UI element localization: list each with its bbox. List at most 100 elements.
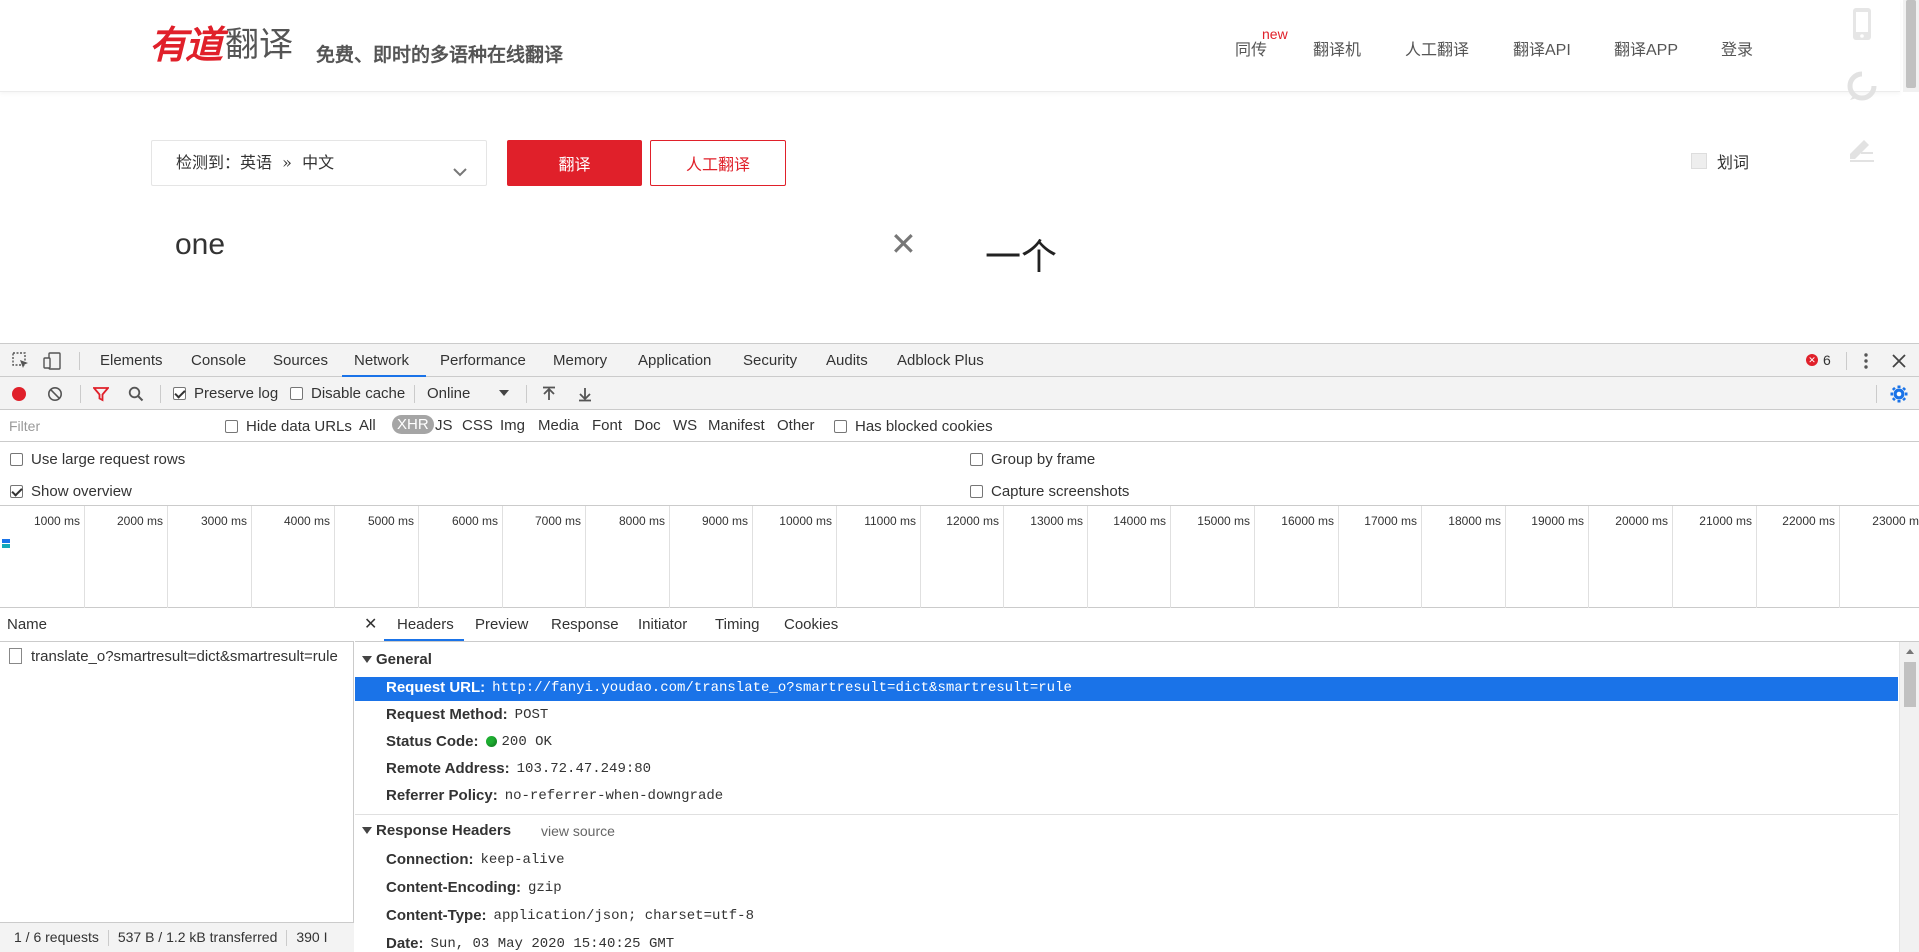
connection-key: Connection: bbox=[386, 851, 474, 868]
human-translate-button[interactable]: 人工翻译 bbox=[650, 140, 786, 186]
capture-screenshots-checkbox[interactable]: Capture screenshots bbox=[970, 483, 1129, 500]
filter-type-css[interactable]: CSS bbox=[462, 417, 493, 434]
filter-type-other[interactable]: Other bbox=[777, 417, 815, 434]
preserve-log-check[interactable] bbox=[173, 387, 186, 400]
hide-data-urls-check[interactable] bbox=[225, 420, 238, 433]
preserve-log-checkbox[interactable]: Preserve log bbox=[173, 385, 278, 402]
detail-tab-cookies[interactable]: Cookies bbox=[784, 616, 838, 633]
tab-network[interactable]: Network bbox=[354, 352, 409, 369]
tab-audits[interactable]: Audits bbox=[826, 352, 868, 369]
web-page: 有道 翻译 免费、即时的多语种在线翻译 同传 new 翻译机 人工翻译 翻译AP… bbox=[0, 0, 1919, 343]
language-select[interactable]: 检测到：英语 » 中文 bbox=[151, 140, 487, 186]
group-by-frame-check[interactable] bbox=[970, 453, 983, 466]
phone-icon[interactable] bbox=[1838, 0, 1886, 48]
disable-cache-checkbox[interactable]: Disable cache bbox=[290, 385, 405, 402]
huaci-checkbox[interactable] bbox=[1691, 153, 1707, 169]
youdao-logo[interactable]: 有道 翻译 bbox=[149, 22, 293, 68]
close-detail-icon[interactable]: ✕ bbox=[364, 614, 377, 634]
language-select-label: 检测到：英语 » 中文 bbox=[176, 153, 335, 172]
expand-triangle-icon bbox=[362, 656, 372, 663]
feedback-icon[interactable] bbox=[1838, 62, 1886, 110]
page-scrollbar[interactable] bbox=[1903, 0, 1919, 92]
request-url-row[interactable]: Request URL: http://fanyi.youdao.com/tra… bbox=[386, 679, 1072, 696]
overview-tick-label: 5000 ms bbox=[367, 514, 414, 528]
tab-memory[interactable]: Memory bbox=[553, 352, 607, 369]
response-headers-toggle[interactable]: Response Headers bbox=[362, 822, 511, 839]
filter-type-img[interactable]: Img bbox=[500, 417, 525, 434]
date-value: Sun, 03 May 2020 15:40:25 GMT bbox=[430, 935, 675, 952]
filter-type-manifest[interactable]: Manifest bbox=[708, 417, 765, 434]
capture-screenshots-check[interactable] bbox=[970, 485, 983, 498]
tab-sources[interactable]: Sources bbox=[273, 352, 328, 369]
close-devtools-icon[interactable] bbox=[1888, 350, 1910, 372]
throttling-caret-icon[interactable] bbox=[499, 390, 509, 396]
filter-type-font[interactable]: Font bbox=[592, 417, 622, 434]
overview-tick-label: 13000 ms bbox=[1030, 514, 1083, 528]
detail-tabbar: ✕ Headers Preview Response Initiator Tim… bbox=[355, 608, 1919, 642]
summary-separator bbox=[286, 930, 288, 947]
general-section-toggle[interactable]: General bbox=[362, 651, 432, 668]
detail-tab-initiator[interactable]: Initiator bbox=[638, 616, 687, 633]
inspect-element-icon[interactable] bbox=[10, 350, 32, 372]
source-text-input[interactable]: one bbox=[175, 228, 225, 262]
record-icon[interactable] bbox=[10, 385, 28, 403]
nav-rengong[interactable]: 人工翻译 bbox=[1405, 36, 1469, 60]
tab-performance[interactable]: Performance bbox=[440, 352, 526, 369]
filter-type-js[interactable]: JS bbox=[435, 417, 453, 434]
request-row[interactable]: translate_o?smartresult=dict&smartresult… bbox=[0, 643, 354, 669]
huaci-toggle[interactable]: 划词 bbox=[1691, 149, 1749, 173]
show-overview-check[interactable] bbox=[10, 485, 23, 498]
nav-app[interactable]: 翻译APP bbox=[1614, 36, 1678, 60]
filter-type-all[interactable]: All bbox=[359, 417, 376, 434]
device-toolbar-icon[interactable] bbox=[42, 350, 64, 372]
group-by-frame-checkbox[interactable]: Group by frame bbox=[970, 451, 1095, 468]
tab-application[interactable]: Application bbox=[638, 352, 711, 369]
hide-data-urls-checkbox[interactable]: Hide data URLs bbox=[225, 418, 352, 435]
filter-type-media[interactable]: Media bbox=[538, 417, 579, 434]
view-source-link[interactable]: view source bbox=[541, 823, 615, 839]
tab-elements[interactable]: Elements bbox=[100, 352, 163, 369]
has-blocked-cookies-checkbox[interactable]: Has blocked cookies bbox=[834, 418, 993, 435]
request-url-value[interactable]: http://fanyi.youdao.com/translate_o?smar… bbox=[492, 680, 1072, 696]
detail-tab-timing[interactable]: Timing bbox=[715, 616, 759, 633]
status-code-value: 200 OK bbox=[501, 733, 552, 750]
clear-input-icon[interactable]: ✕ bbox=[890, 228, 917, 260]
tab-security[interactable]: Security bbox=[743, 352, 797, 369]
import-har-icon[interactable] bbox=[540, 385, 558, 403]
disable-cache-check[interactable] bbox=[290, 387, 303, 400]
translate-button[interactable]: 翻译 bbox=[507, 140, 642, 186]
export-har-icon[interactable] bbox=[576, 385, 594, 403]
more-options-icon[interactable] bbox=[1856, 350, 1876, 372]
large-rows-checkbox[interactable]: Use large request rows bbox=[10, 451, 185, 468]
nav-fanyiji[interactable]: 翻译机 bbox=[1313, 36, 1361, 60]
error-counter[interactable]: ✕ 6 bbox=[1806, 352, 1831, 368]
filter-input[interactable]: Filter bbox=[3, 415, 208, 437]
page-scrollbar-thumb[interactable] bbox=[1906, 0, 1916, 88]
nav-login[interactable]: 登录 bbox=[1721, 36, 1753, 60]
filter-type-doc[interactable]: Doc bbox=[634, 417, 661, 434]
tab-adblock-plus[interactable]: Adblock Plus bbox=[897, 352, 984, 369]
detail-tab-headers[interactable]: Headers bbox=[397, 616, 454, 633]
has-blocked-cookies-check[interactable] bbox=[834, 420, 847, 433]
network-settings-gear-icon[interactable] bbox=[1888, 384, 1910, 404]
network-overview-timeline[interactable]: 1000 ms 2000 ms 3000 ms 4000 ms 5000 ms 6000 … bbox=[0, 506, 1919, 608]
scroll-up-arrow-icon[interactable] bbox=[1906, 649, 1914, 654]
search-icon[interactable] bbox=[127, 385, 145, 403]
detail-tab-response[interactable]: Response bbox=[551, 616, 619, 633]
section-divider bbox=[355, 814, 1898, 815]
large-rows-check[interactable] bbox=[10, 453, 23, 466]
detail-scrollbar[interactable] bbox=[1899, 642, 1919, 952]
name-column-header[interactable]: Name bbox=[0, 608, 354, 642]
filter-type-ws[interactable]: WS bbox=[673, 417, 697, 434]
show-overview-checkbox[interactable]: Show overview bbox=[10, 483, 132, 500]
referrer-policy-row: Referrer Policy: no-referrer-when-downgr… bbox=[386, 787, 723, 804]
edit-icon[interactable] bbox=[1838, 124, 1886, 172]
tab-console[interactable]: Console bbox=[191, 352, 246, 369]
detail-scrollbar-thumb[interactable] bbox=[1904, 662, 1916, 707]
filter-type-xhr[interactable]: XHR bbox=[392, 415, 434, 434]
nav-api[interactable]: 翻译API bbox=[1513, 36, 1571, 60]
detail-tab-preview[interactable]: Preview bbox=[475, 616, 528, 633]
filter-icon[interactable] bbox=[92, 385, 110, 403]
clear-log-icon[interactable] bbox=[46, 385, 64, 403]
throttling-select[interactable]: Online bbox=[427, 385, 470, 402]
